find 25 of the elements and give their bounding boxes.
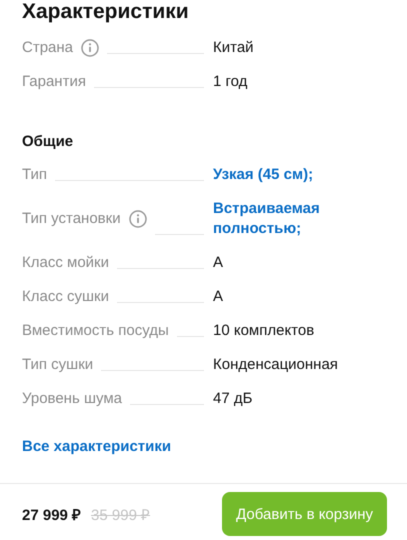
spec-label: Тип сушки — [22, 355, 94, 375]
spec-label: Гарантия — [22, 72, 86, 92]
info-icon[interactable] — [81, 39, 100, 57]
spec-value: 47 дБ — [213, 389, 254, 409]
spec-label: Класс мойки — [22, 253, 109, 273]
old-price: 35 999 ₽ — [91, 506, 150, 524]
section-title: Характеристики — [21, 0, 190, 24]
all-specs-link[interactable]: Все характеристики — [0, 437, 407, 457]
spec-label: Вместимость посуды — [22, 321, 169, 341]
spec-value: A — [213, 253, 224, 273]
price: 27 999 ₽ — [22, 506, 82, 524]
spec-value: 10 комплектов — [213, 321, 316, 341]
spec-value: A — [213, 287, 224, 307]
info-icon[interactable] — [128, 210, 147, 228]
section-heading: Общие — [22, 132, 74, 152]
spec-label: Уровень шума — [22, 389, 122, 409]
spec-label: Тип — [22, 165, 48, 185]
spec-label: Класс сушки — [22, 287, 109, 307]
spec-label: Страна — [22, 38, 74, 58]
spec-value-link[interactable]: Встраиваемая полностью; — [213, 199, 385, 239]
spec-value-link[interactable]: Узкая (45 см); — [213, 165, 385, 185]
spec-label: Тип установки — [22, 209, 121, 229]
spec-value: 1 год — [213, 72, 248, 92]
spec-value: Конденсационная — [213, 355, 339, 375]
spec-value: Китай — [213, 38, 255, 58]
